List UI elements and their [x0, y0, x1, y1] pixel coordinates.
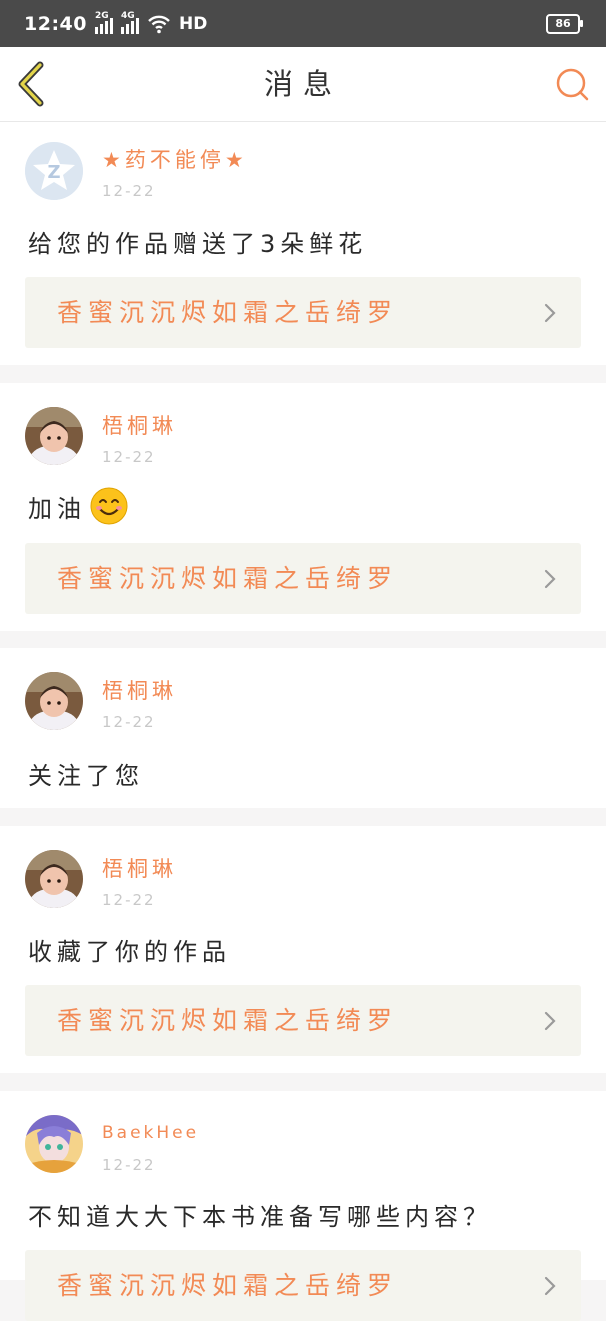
user-name[interactable]: 梧桐琳	[102, 675, 177, 705]
message-text: 给您的作品赠送了3朵鲜花	[28, 230, 368, 258]
anime-character-avatar[interactable]	[25, 1115, 83, 1173]
message-date: 12-22	[102, 448, 156, 466]
work-link[interactable]: 香蜜沉沉烬如霜之岳绮罗	[25, 543, 581, 614]
status-bar: 12:40 2G 4G HD 86	[0, 0, 606, 47]
work-title: 香蜜沉沉烬如霜之岳绮罗	[57, 1006, 399, 1035]
chevron-right-icon	[544, 1011, 556, 1031]
message-card: 梧桐琳 12-22 收藏了你的作品 香蜜沉沉烬如霜之岳绮罗	[0, 826, 606, 1073]
user-name[interactable]: 梧桐琳	[102, 410, 177, 440]
work-link[interactable]: 香蜜沉沉烬如霜之岳绮罗	[25, 1250, 581, 1321]
baby-photo-avatar[interactable]	[25, 407, 83, 465]
work-title: 香蜜沉沉烬如霜之岳绮罗	[57, 564, 399, 593]
message-card: 梧桐琳 12-22 加油 香蜜沉沉烬如霜之岳绮罗	[0, 383, 606, 631]
user-name[interactable]: BaekHee	[102, 1123, 199, 1143]
network-hd-label: HD	[178, 13, 208, 34]
battery-icon: 86	[546, 13, 583, 34]
svg-text:Z: Z	[47, 162, 60, 183]
user-name[interactable]: 梧桐琳	[102, 853, 177, 883]
message-card: Z ★药不能停★ 12-22 给您的作品赠送了3朵鲜花 香蜜沉沉烬如霜之岳绮罗	[0, 122, 606, 365]
nav-bar: 消息	[0, 47, 606, 122]
chevron-right-icon	[544, 569, 556, 589]
signal-2g-icon: 2G	[94, 11, 113, 34]
smiling-face-emoji	[90, 487, 128, 525]
message-date: 12-22	[102, 1156, 156, 1174]
work-link[interactable]: 香蜜沉沉烬如霜之岳绮罗	[25, 277, 581, 348]
message-text: 加油	[28, 487, 128, 525]
message-date: 12-22	[102, 891, 156, 909]
user-name[interactable]: ★药不能停★	[102, 144, 248, 174]
status-time: 12:40	[24, 12, 87, 35]
battery-level: 86	[555, 17, 571, 30]
wifi-icon	[148, 15, 170, 33]
message-text: 收藏了你的作品	[28, 938, 231, 966]
baby-photo-avatar[interactable]	[25, 672, 83, 730]
message-date: 12-22	[102, 713, 156, 731]
message-date: 12-22	[102, 182, 156, 200]
page-title: 消息	[263, 67, 342, 101]
chevron-right-icon	[544, 1276, 556, 1296]
message-card: 梧桐琳 12-22 关注了您	[0, 648, 606, 808]
work-title: 香蜜沉沉烬如霜之岳绮罗	[57, 298, 399, 327]
work-link[interactable]: 香蜜沉沉烬如霜之岳绮罗	[25, 985, 581, 1056]
chevron-right-icon	[544, 303, 556, 323]
signal-4g-icon: 4G	[120, 11, 139, 34]
baby-photo-avatar[interactable]	[25, 850, 83, 908]
message-text: 不知道大大下本书准备写哪些内容？	[28, 1203, 492, 1231]
work-title: 香蜜沉沉烬如霜之岳绮罗	[57, 1271, 399, 1300]
search-icon[interactable]	[554, 66, 590, 102]
message-card: BaekHee 12-22 不知道大大下本书准备写哪些内容？ 香蜜沉沉烬如霜之岳…	[0, 1091, 606, 1321]
message-text: 关注了您	[28, 762, 144, 790]
qq-default-avatar[interactable]: Z	[25, 142, 83, 200]
